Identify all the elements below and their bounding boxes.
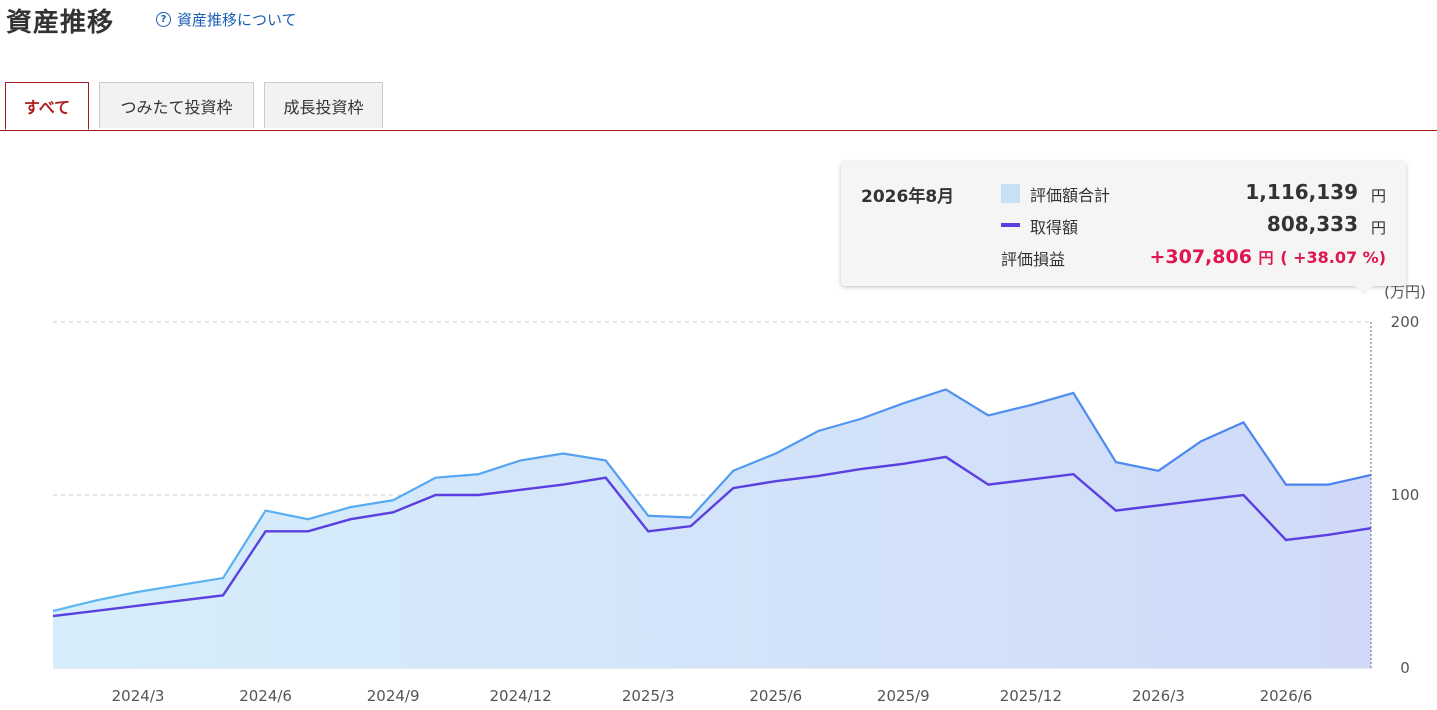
tab-bar: すべて つみたて投資枠 成長投資枠 bbox=[0, 82, 1437, 131]
gain-unit: 円 bbox=[1258, 249, 1274, 267]
tooltip-caret bbox=[1355, 286, 1373, 295]
gain-value: +307,806 bbox=[1149, 246, 1252, 268]
x-tick-label: 2025/9 bbox=[877, 687, 930, 705]
valuation-legend-swatch bbox=[1001, 184, 1020, 203]
x-tick-label: 2024/12 bbox=[490, 687, 552, 705]
x-tick-label: 2024/9 bbox=[367, 687, 420, 705]
x-tick-label: 2024/3 bbox=[112, 687, 165, 705]
chart-tooltip: 2026年8月 評価額合計 1,116,139 円 取得額 808,333 円 … bbox=[841, 162, 1406, 286]
gain-percent: ( +38.07 %) bbox=[1280, 248, 1386, 267]
cost-unit: 円 bbox=[1370, 219, 1386, 237]
cost-value: 808,333 bbox=[1266, 212, 1358, 236]
x-tick-label: 2025/3 bbox=[622, 687, 675, 705]
y-tick-label: 100 bbox=[1391, 486, 1420, 504]
cost-legend-swatch bbox=[1001, 223, 1020, 227]
valuation-label: 評価額合計 bbox=[1030, 186, 1111, 205]
gain-value-group: +307,806 円 ( +38.07 %) bbox=[1149, 246, 1386, 268]
help-link-label: 資産推移について bbox=[177, 11, 297, 29]
y-tick-label: 0 bbox=[1400, 659, 1410, 677]
valuation-value: 1,116,139 bbox=[1245, 180, 1358, 204]
y-tick-label: 200 bbox=[1391, 313, 1420, 331]
tab-tsumitate[interactable]: つみたて投資枠 bbox=[99, 82, 254, 128]
help-link[interactable]: ? 資産推移について bbox=[156, 9, 297, 30]
x-tick-label: 2024/6 bbox=[239, 687, 292, 705]
x-tick-label: 2026/3 bbox=[1132, 687, 1185, 705]
tab-growth[interactable]: 成長投資枠 bbox=[264, 82, 383, 128]
valuation-unit: 円 bbox=[1370, 187, 1386, 205]
question-icon: ? bbox=[156, 12, 171, 27]
x-tick-label: 2026/6 bbox=[1260, 687, 1313, 705]
valuation-area bbox=[53, 389, 1371, 668]
cost-label: 取得額 bbox=[1030, 218, 1079, 237]
page-title: 資産推移 bbox=[6, 8, 115, 38]
gain-label: 評価損益 bbox=[1001, 250, 1066, 269]
tab-all[interactable]: すべて bbox=[5, 82, 89, 130]
tooltip-date: 2026年8月 bbox=[861, 187, 955, 207]
x-tick-label: 2025/6 bbox=[749, 687, 802, 705]
x-tick-label: 2025/12 bbox=[1000, 687, 1062, 705]
